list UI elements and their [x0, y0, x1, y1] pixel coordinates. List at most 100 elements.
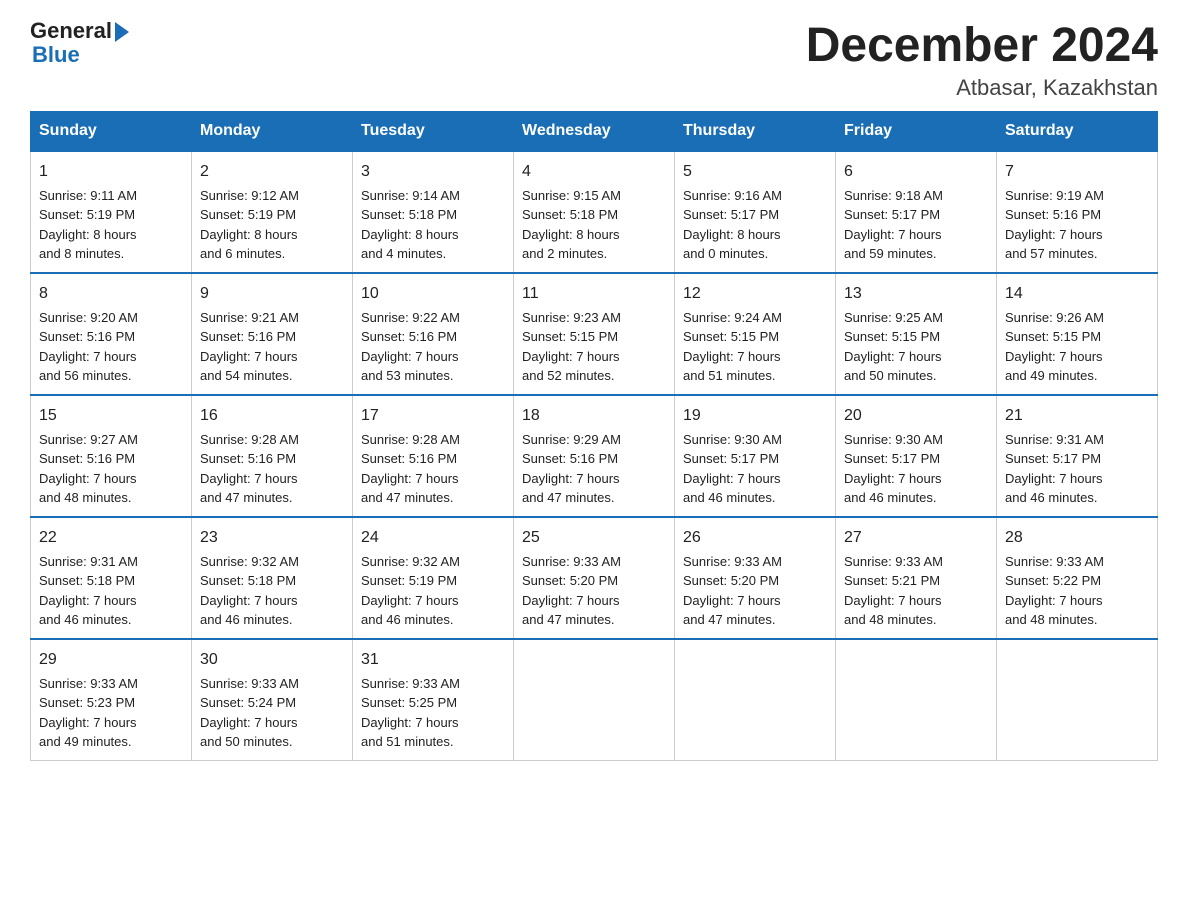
- calendar-cell: 1Sunrise: 9:11 AM Sunset: 5:19 PM Daylig…: [31, 151, 192, 273]
- day-info: Sunrise: 9:21 AM Sunset: 5:16 PM Dayligh…: [200, 308, 344, 386]
- calendar-cell: 23Sunrise: 9:32 AM Sunset: 5:18 PM Dayli…: [192, 517, 353, 639]
- day-info: Sunrise: 9:33 AM Sunset: 5:20 PM Dayligh…: [683, 552, 827, 630]
- day-info: Sunrise: 9:27 AM Sunset: 5:16 PM Dayligh…: [39, 430, 183, 508]
- calendar-cell: 11Sunrise: 9:23 AM Sunset: 5:15 PM Dayli…: [514, 273, 675, 395]
- calendar-cell: 17Sunrise: 9:28 AM Sunset: 5:16 PM Dayli…: [353, 395, 514, 517]
- day-number: 1: [39, 160, 183, 184]
- calendar-table: SundayMondayTuesdayWednesdayThursdayFrid…: [30, 111, 1158, 761]
- calendar-cell: 12Sunrise: 9:24 AM Sunset: 5:15 PM Dayli…: [675, 273, 836, 395]
- calendar-cell: 29Sunrise: 9:33 AM Sunset: 5:23 PM Dayli…: [31, 639, 192, 761]
- weekday-header-thursday: Thursday: [675, 111, 836, 151]
- weekday-header-tuesday: Tuesday: [353, 111, 514, 151]
- calendar-cell: 3Sunrise: 9:14 AM Sunset: 5:18 PM Daylig…: [353, 151, 514, 273]
- calendar-cell: 4Sunrise: 9:15 AM Sunset: 5:18 PM Daylig…: [514, 151, 675, 273]
- day-number: 30: [200, 648, 344, 672]
- location: Atbasar, Kazakhstan: [806, 75, 1158, 101]
- calendar-cell: 27Sunrise: 9:33 AM Sunset: 5:21 PM Dayli…: [836, 517, 997, 639]
- day-number: 13: [844, 282, 988, 306]
- calendar-cell: 6Sunrise: 9:18 AM Sunset: 5:17 PM Daylig…: [836, 151, 997, 273]
- day-number: 27: [844, 526, 988, 550]
- calendar-cell: [997, 639, 1158, 761]
- logo-top: General: [30, 20, 129, 42]
- day-info: Sunrise: 9:32 AM Sunset: 5:19 PM Dayligh…: [361, 552, 505, 630]
- day-number: 21: [1005, 404, 1149, 428]
- weekday-header-monday: Monday: [192, 111, 353, 151]
- weekday-header-sunday: Sunday: [31, 111, 192, 151]
- day-number: 31: [361, 648, 505, 672]
- day-info: Sunrise: 9:20 AM Sunset: 5:16 PM Dayligh…: [39, 308, 183, 386]
- day-info: Sunrise: 9:28 AM Sunset: 5:16 PM Dayligh…: [361, 430, 505, 508]
- calendar-cell: [836, 639, 997, 761]
- day-number: 3: [361, 160, 505, 184]
- day-number: 12: [683, 282, 827, 306]
- calendar-cell: 15Sunrise: 9:27 AM Sunset: 5:16 PM Dayli…: [31, 395, 192, 517]
- day-number: 24: [361, 526, 505, 550]
- day-info: Sunrise: 9:12 AM Sunset: 5:19 PM Dayligh…: [200, 186, 344, 264]
- day-info: Sunrise: 9:15 AM Sunset: 5:18 PM Dayligh…: [522, 186, 666, 264]
- month-title: December 2024: [806, 20, 1158, 73]
- calendar-cell: 14Sunrise: 9:26 AM Sunset: 5:15 PM Dayli…: [997, 273, 1158, 395]
- day-info: Sunrise: 9:26 AM Sunset: 5:15 PM Dayligh…: [1005, 308, 1149, 386]
- calendar-cell: 7Sunrise: 9:19 AM Sunset: 5:16 PM Daylig…: [997, 151, 1158, 273]
- calendar-cell: 19Sunrise: 9:30 AM Sunset: 5:17 PM Dayli…: [675, 395, 836, 517]
- day-number: 10: [361, 282, 505, 306]
- day-info: Sunrise: 9:18 AM Sunset: 5:17 PM Dayligh…: [844, 186, 988, 264]
- day-number: 19: [683, 404, 827, 428]
- day-number: 26: [683, 526, 827, 550]
- day-info: Sunrise: 9:33 AM Sunset: 5:25 PM Dayligh…: [361, 674, 505, 752]
- week-row-1: 1Sunrise: 9:11 AM Sunset: 5:19 PM Daylig…: [31, 151, 1158, 273]
- logo: General Blue: [30, 20, 129, 68]
- day-number: 17: [361, 404, 505, 428]
- title-area: December 2024 Atbasar, Kazakhstan: [806, 20, 1158, 101]
- day-number: 2: [200, 160, 344, 184]
- calendar-cell: 22Sunrise: 9:31 AM Sunset: 5:18 PM Dayli…: [31, 517, 192, 639]
- calendar-cell: [514, 639, 675, 761]
- day-number: 23: [200, 526, 344, 550]
- day-number: 4: [522, 160, 666, 184]
- day-number: 11: [522, 282, 666, 306]
- week-row-5: 29Sunrise: 9:33 AM Sunset: 5:23 PM Dayli…: [31, 639, 1158, 761]
- logo-arrow-icon: [115, 22, 129, 42]
- page-header: General Blue December 2024 Atbasar, Kaza…: [30, 20, 1158, 101]
- weekday-header-friday: Friday: [836, 111, 997, 151]
- calendar-cell: 24Sunrise: 9:32 AM Sunset: 5:19 PM Dayli…: [353, 517, 514, 639]
- calendar-cell: 2Sunrise: 9:12 AM Sunset: 5:19 PM Daylig…: [192, 151, 353, 273]
- day-number: 16: [200, 404, 344, 428]
- calendar-cell: 13Sunrise: 9:25 AM Sunset: 5:15 PM Dayli…: [836, 273, 997, 395]
- day-number: 5: [683, 160, 827, 184]
- day-info: Sunrise: 9:31 AM Sunset: 5:18 PM Dayligh…: [39, 552, 183, 630]
- day-info: Sunrise: 9:30 AM Sunset: 5:17 PM Dayligh…: [844, 430, 988, 508]
- day-info: Sunrise: 9:16 AM Sunset: 5:17 PM Dayligh…: [683, 186, 827, 264]
- weekday-header-wednesday: Wednesday: [514, 111, 675, 151]
- calendar-cell: 5Sunrise: 9:16 AM Sunset: 5:17 PM Daylig…: [675, 151, 836, 273]
- week-row-3: 15Sunrise: 9:27 AM Sunset: 5:16 PM Dayli…: [31, 395, 1158, 517]
- day-number: 25: [522, 526, 666, 550]
- day-info: Sunrise: 9:32 AM Sunset: 5:18 PM Dayligh…: [200, 552, 344, 630]
- day-number: 20: [844, 404, 988, 428]
- calendar-cell: 18Sunrise: 9:29 AM Sunset: 5:16 PM Dayli…: [514, 395, 675, 517]
- calendar-cell: 25Sunrise: 9:33 AM Sunset: 5:20 PM Dayli…: [514, 517, 675, 639]
- day-info: Sunrise: 9:33 AM Sunset: 5:24 PM Dayligh…: [200, 674, 344, 752]
- day-number: 8: [39, 282, 183, 306]
- day-info: Sunrise: 9:33 AM Sunset: 5:20 PM Dayligh…: [522, 552, 666, 630]
- day-number: 29: [39, 648, 183, 672]
- day-number: 6: [844, 160, 988, 184]
- day-info: Sunrise: 9:24 AM Sunset: 5:15 PM Dayligh…: [683, 308, 827, 386]
- day-number: 18: [522, 404, 666, 428]
- day-info: Sunrise: 9:14 AM Sunset: 5:18 PM Dayligh…: [361, 186, 505, 264]
- calendar-cell: 9Sunrise: 9:21 AM Sunset: 5:16 PM Daylig…: [192, 273, 353, 395]
- calendar-cell: 21Sunrise: 9:31 AM Sunset: 5:17 PM Dayli…: [997, 395, 1158, 517]
- day-number: 7: [1005, 160, 1149, 184]
- day-info: Sunrise: 9:28 AM Sunset: 5:16 PM Dayligh…: [200, 430, 344, 508]
- day-number: 15: [39, 404, 183, 428]
- calendar-cell: 8Sunrise: 9:20 AM Sunset: 5:16 PM Daylig…: [31, 273, 192, 395]
- day-info: Sunrise: 9:23 AM Sunset: 5:15 PM Dayligh…: [522, 308, 666, 386]
- calendar-cell: [675, 639, 836, 761]
- day-info: Sunrise: 9:25 AM Sunset: 5:15 PM Dayligh…: [844, 308, 988, 386]
- day-number: 28: [1005, 526, 1149, 550]
- logo-blue: Blue: [32, 42, 80, 68]
- week-row-2: 8Sunrise: 9:20 AM Sunset: 5:16 PM Daylig…: [31, 273, 1158, 395]
- weekday-header-row: SundayMondayTuesdayWednesdayThursdayFrid…: [31, 111, 1158, 151]
- day-info: Sunrise: 9:33 AM Sunset: 5:22 PM Dayligh…: [1005, 552, 1149, 630]
- calendar-cell: 28Sunrise: 9:33 AM Sunset: 5:22 PM Dayli…: [997, 517, 1158, 639]
